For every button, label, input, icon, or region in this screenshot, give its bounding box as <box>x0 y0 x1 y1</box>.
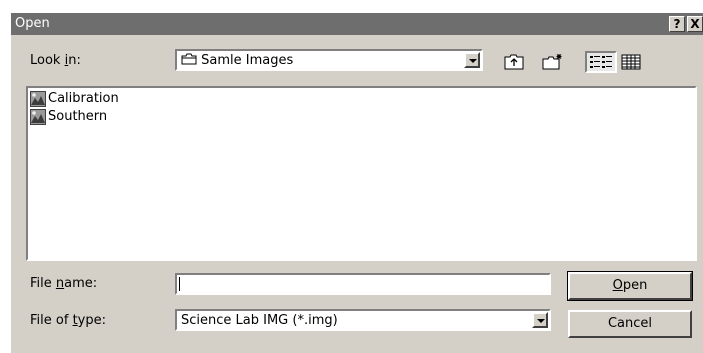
text-cursor <box>179 277 180 291</box>
look-in-label: Look in: <box>30 53 81 68</box>
file-name-field[interactable] <box>175 273 551 295</box>
chevron-down-icon[interactable] <box>464 52 480 68</box>
file-type-value: Science Lab IMG (*.img) <box>181 313 338 328</box>
chevron-down-icon[interactable] <box>532 312 548 328</box>
file-list[interactable]: Calibration Southern <box>26 86 697 261</box>
list-view-icon <box>590 56 612 68</box>
create-new-folder-button[interactable] <box>539 51 563 73</box>
help-button[interactable]: ? <box>669 16 685 32</box>
open-button-label: Open <box>612 278 648 293</box>
create-new-folder-icon <box>542 54 562 70</box>
open-dialog: Open ? X Look in: Samle Images Calibrati… <box>11 13 703 353</box>
file-name-label: File name: <box>30 276 98 291</box>
details-view-button[interactable] <box>618 51 642 73</box>
look-in-text: Samle Images <box>201 53 294 68</box>
file-type-dropdown[interactable]: Science Lab IMG (*.img) <box>175 309 551 331</box>
up-one-level-icon <box>504 54 524 70</box>
title-bar[interactable]: Open ? X <box>11 13 703 35</box>
folder-icon <box>181 53 197 65</box>
image-file-icon <box>30 91 46 107</box>
details-view-icon <box>621 54 641 70</box>
look-in-dropdown[interactable]: Samle Images <box>175 49 483 71</box>
file-type-label: File of type: <box>30 313 106 328</box>
open-button[interactable]: Open <box>567 271 693 301</box>
file-name-value <box>179 277 180 293</box>
up-one-level-button[interactable] <box>501 51 525 73</box>
close-button[interactable]: X <box>687 16 703 32</box>
file-name-calibration: Calibration <box>48 91 119 106</box>
look-in-value: Samle Images <box>181 53 293 68</box>
list-view-button[interactable] <box>585 51 617 73</box>
cancel-button[interactable]: Cancel <box>568 310 692 338</box>
dialog-title: Open <box>15 16 50 31</box>
file-name-southern: Southern <box>48 109 108 124</box>
image-file-icon <box>30 109 46 125</box>
